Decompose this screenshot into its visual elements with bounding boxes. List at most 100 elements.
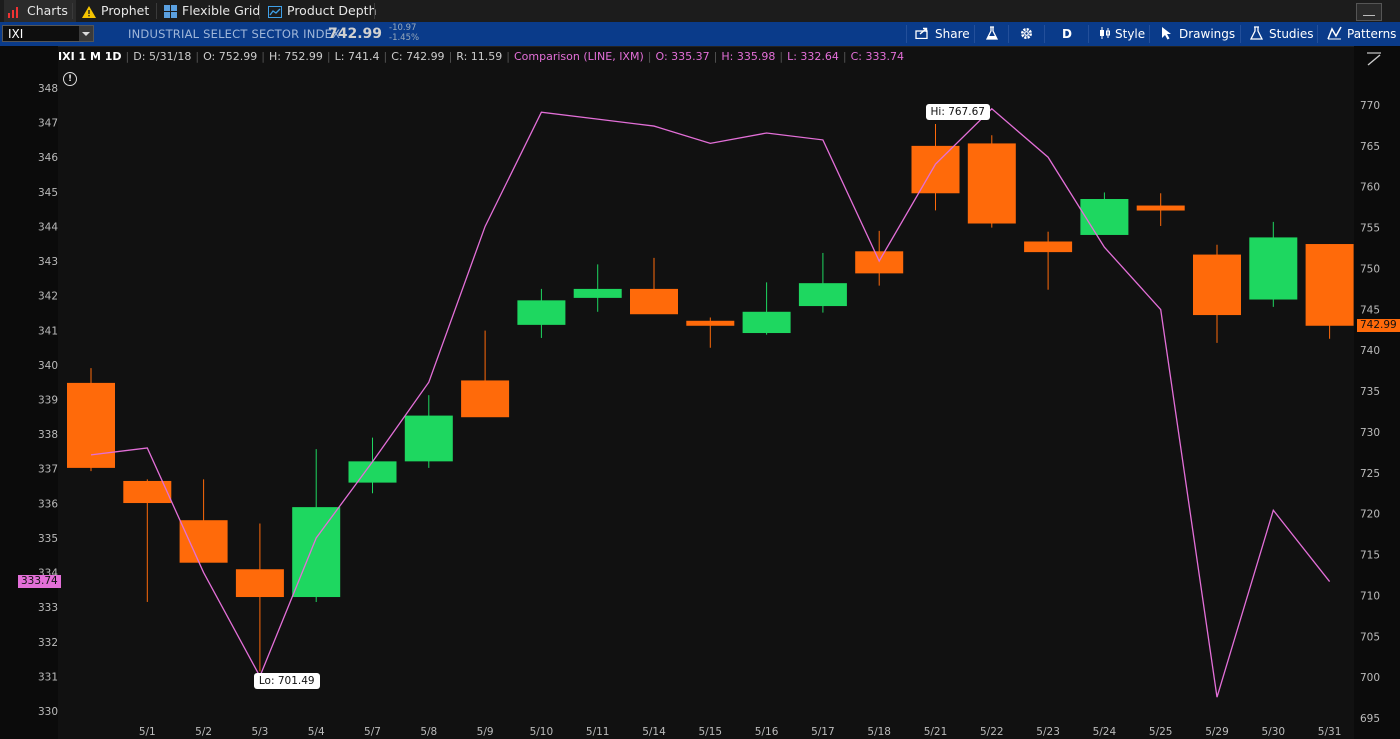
change-percent: -1.45% <box>389 32 420 43</box>
candle-down <box>1136 205 1185 211</box>
x-axis-tick-label: 5/17 <box>811 726 835 738</box>
toolbar-divider <box>1044 25 1045 43</box>
candle-down <box>1193 254 1241 316</box>
right-axis-tick-label: 765 <box>1360 141 1380 153</box>
right-axis-tick-label: 755 <box>1360 223 1380 235</box>
candle-down <box>1024 241 1073 253</box>
candle-up <box>573 288 622 298</box>
comparison-label[interactable]: Comparison (LINE, IXM) <box>514 50 644 63</box>
patterns-label: Patterns <box>1347 27 1397 41</box>
candle-up <box>348 461 397 483</box>
candle-up <box>1249 237 1298 300</box>
candle-down <box>1305 244 1354 326</box>
bar-range: R: 11.59 <box>456 50 503 63</box>
share-label: Share <box>935 27 970 41</box>
tab-divider <box>156 3 157 19</box>
plot-area <box>58 46 1354 739</box>
right-axis-tick-label: 710 <box>1360 590 1380 602</box>
left-axis-tick-label: 339 <box>38 395 58 407</box>
patterns-icon <box>1327 26 1342 40</box>
share-icon <box>915 27 928 40</box>
x-axis-tick-label: 5/14 <box>642 726 666 738</box>
drawings-label: Drawings <box>1179 27 1236 41</box>
candle-down <box>686 320 735 326</box>
last-price-tag: 742.99 <box>1357 318 1400 332</box>
x-axis-tick-label: 5/4 <box>308 726 325 738</box>
tab-divider <box>259 3 260 19</box>
chart-info-bar: IXI 1 M 1D | D: 5/31/18 | O: 752.99 | H: 752.9… <box>58 50 904 63</box>
drawing-tool-icon[interactable] <box>1366 51 1382 67</box>
tab-charts[interactable]: Charts <box>4 0 76 22</box>
right-axis-tick-label: 760 <box>1360 182 1380 194</box>
candle-up <box>404 415 453 462</box>
tab-prophet[interactable]: Prophet <box>82 0 149 22</box>
flask-icon <box>1249 26 1264 40</box>
left-axis-tick-label: 331 <box>38 671 58 683</box>
left-axis-tick-label: 337 <box>38 464 58 476</box>
left-axis-tick-label: 345 <box>38 187 58 199</box>
symbol-input[interactable]: IXI <box>2 25 94 42</box>
left-axis-tick-label: 346 <box>38 152 58 164</box>
toolbar-divider <box>1240 25 1241 43</box>
x-axis-tick-label: 5/1 <box>139 726 156 738</box>
grid-icon <box>164 5 177 18</box>
high-label: Hi: 767.67 <box>925 104 990 121</box>
tab-product-depth[interactable]: Product Depth <box>268 0 377 22</box>
price-chart[interactable]: 3303313323333343353363373383393403413423… <box>0 46 1400 739</box>
candle-down <box>911 145 960 194</box>
minimize-button[interactable] <box>1356 3 1382 21</box>
candle-down <box>67 382 115 468</box>
left-axis-tick-label: 344 <box>38 221 58 233</box>
style-button[interactable]: Style <box>1098 22 1145 46</box>
x-axis-tick-label: 5/21 <box>924 726 948 738</box>
chart-toolbar: IXI INDUSTRIAL SELECT SECTOR INDEX 742.9… <box>0 22 1400 46</box>
comparison-close: C: 333.74 <box>850 50 904 63</box>
candle-up <box>517 300 566 325</box>
flask-button[interactable] <box>985 22 999 46</box>
x-axis-tick-label: 5/3 <box>251 726 268 738</box>
warning-triangle-icon <box>82 5 96 18</box>
bar-high: H: 752.99 <box>268 50 323 63</box>
candle-down <box>630 288 678 315</box>
right-axis-tick-label: 715 <box>1360 550 1380 562</box>
share-button[interactable]: Share <box>915 22 970 46</box>
right-axis-tick-label: 720 <box>1360 509 1380 521</box>
chart-title: IXI 1 M 1D <box>58 50 122 63</box>
drawings-button[interactable]: Drawings <box>1161 22 1235 46</box>
bar-open: O: 752.99 <box>203 50 258 63</box>
symbol-description: INDUSTRIAL SELECT SECTOR INDEX <box>128 27 341 41</box>
app-tab-bar: Charts Prophet Flexible Grid Product Dep… <box>0 0 1400 22</box>
comparison-price-tag: 333.74 <box>18 574 61 588</box>
candle-up <box>742 311 791 334</box>
candlestick-icon <box>1100 27 1110 39</box>
bar-chart-icon <box>8 6 18 18</box>
settings-button[interactable] <box>1019 22 1034 46</box>
aggregation-button[interactable]: D <box>1062 22 1072 46</box>
right-axis-tick-label: 745 <box>1360 304 1380 316</box>
studies-button[interactable]: Studies <box>1249 22 1314 46</box>
cursor-icon <box>1162 27 1171 40</box>
tab-flexible-grid[interactable]: Flexible Grid <box>164 0 260 22</box>
right-axis-tick-label: 725 <box>1360 468 1380 480</box>
toolbar-divider <box>1008 25 1009 43</box>
x-axis-tick-label: 5/10 <box>530 726 554 738</box>
left-axis-tick-label: 330 <box>38 706 58 718</box>
price-change: -10.97 -1.45% <box>389 23 420 43</box>
left-axis-tick-label: 338 <box>38 429 58 441</box>
chevron-down-icon[interactable] <box>79 26 93 41</box>
right-axis-tick-label: 730 <box>1360 427 1380 439</box>
studies-label: Studies <box>1269 27 1314 41</box>
x-axis-tick-label: 5/15 <box>699 726 723 738</box>
right-axis-tick-label: 695 <box>1360 713 1380 725</box>
left-axis-tick-label: 347 <box>38 118 58 130</box>
left-axis-tick-label: 341 <box>38 325 58 337</box>
left-axis-tick-label: 340 <box>38 360 58 372</box>
patterns-button[interactable]: Patterns <box>1327 22 1396 46</box>
tab-divider <box>374 3 375 19</box>
alert-icon[interactable]: ! <box>63 72 77 86</box>
aggregation-label: D <box>1062 27 1072 41</box>
right-axis-tick-label: 735 <box>1360 386 1380 398</box>
x-axis-tick-label: 5/22 <box>980 726 1004 738</box>
x-axis-tick-label: 5/31 <box>1318 726 1342 738</box>
x-axis-tick-label: 5/11 <box>586 726 610 738</box>
